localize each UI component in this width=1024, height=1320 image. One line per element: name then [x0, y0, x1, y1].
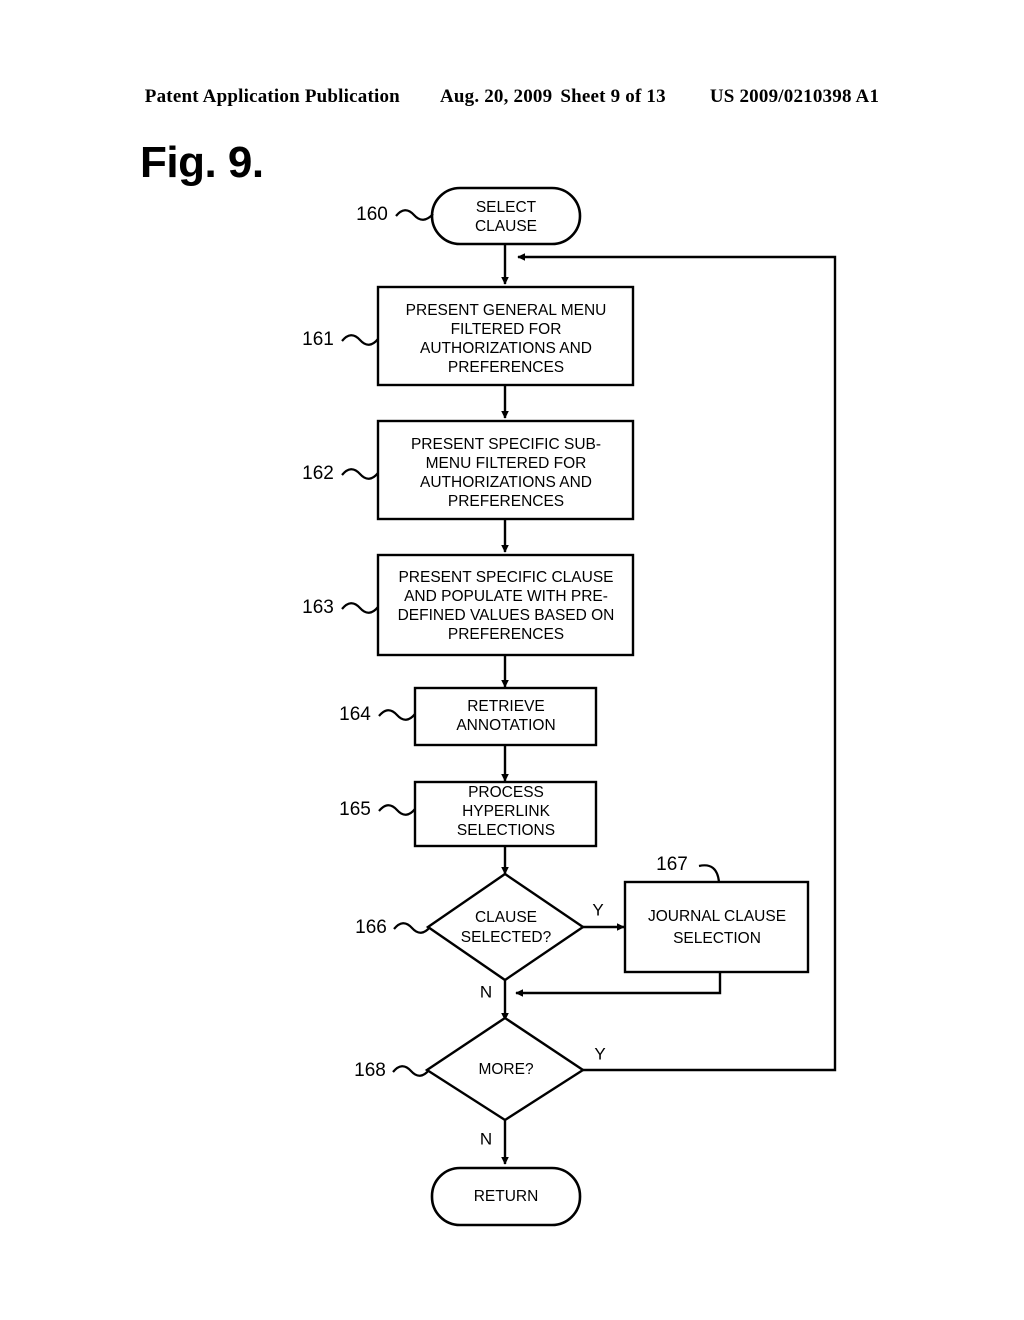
ref-number-166: 166 — [355, 917, 387, 938]
leader-164 — [378, 709, 416, 721]
node-166-line-0: CLAUSE — [475, 909, 537, 926]
flowchart-diagram: SELECT CLAUSE 160 PRESENT GENERAL MENU F… — [302, 186, 837, 1227]
node-168-line-0: MORE? — [478, 1061, 534, 1078]
connector-167-back-to-no-path — [515, 972, 722, 997]
node-160-line-1: CLAUSE — [475, 218, 537, 235]
node-161-line-2: AUTHORIZATIONS AND — [420, 340, 592, 357]
node-161-line-0: PRESENT GENERAL MENU — [406, 302, 607, 319]
branch-label-166-yes: Y — [592, 900, 603, 919]
node-162-line-3: PREFERENCES — [448, 493, 564, 510]
ref-number-163: 163 — [302, 597, 334, 618]
leader-168 — [392, 1065, 430, 1077]
node-163-line-3: PREFERENCES — [448, 626, 564, 643]
node-163-line-0: PRESENT SPECIFIC CLAUSE — [398, 569, 613, 586]
leader-167 — [698, 864, 721, 883]
node-167-line-0: JOURNAL CLAUSE — [648, 908, 786, 925]
ref-number-162: 162 — [302, 463, 334, 484]
ref-number-164: 164 — [339, 704, 371, 725]
node-160-line-0: SELECT — [476, 199, 537, 216]
node-161-line-1: FILTERED FOR — [451, 321, 562, 338]
node-162-line-0: PRESENT SPECIFIC SUB- — [411, 436, 601, 453]
branch-label-166-no: N — [480, 982, 492, 1001]
node-163-line-1: AND POPULATE WITH PRE- — [404, 588, 608, 605]
ref-number-161: 161 — [302, 329, 334, 350]
leader-161 — [341, 334, 379, 346]
node-162-line-2: AUTHORIZATIONS AND — [420, 474, 592, 491]
node-164-line-1: ANNOTATION — [456, 717, 555, 734]
leader-165 — [378, 804, 416, 816]
node-165-line-1: HYPERLINK — [462, 803, 551, 820]
node-163-line-2: DEFINED VALUES BASED ON — [398, 607, 615, 624]
node-166-clause-selected-decision — [425, 872, 586, 982]
branch-label-168-no: N — [480, 1129, 492, 1148]
branch-label-168-yes: Y — [594, 1044, 605, 1063]
leader-162 — [341, 468, 379, 480]
leader-163 — [341, 602, 379, 614]
node-164-line-0: RETRIEVE — [467, 698, 545, 715]
node-167-journal-clause-selection — [623, 880, 810, 974]
ref-number-160: 160 — [356, 204, 388, 225]
node-161-line-3: PREFERENCES — [448, 359, 564, 376]
node-return-label: RETURN — [474, 1188, 539, 1205]
node-165-line-2: SELECTIONS — [457, 822, 555, 839]
ref-number-168: 168 — [354, 1060, 386, 1081]
node-162-line-1: MENU FILTERED FOR — [426, 455, 587, 472]
leader-160 — [395, 209, 434, 221]
node-166-line-1: SELECTED? — [461, 929, 552, 946]
ref-number-165: 165 — [339, 799, 371, 820]
node-167-line-1: SELECTION — [673, 930, 761, 947]
leader-166 — [393, 922, 431, 934]
ref-number-167: 167 — [656, 854, 688, 875]
node-165-line-0: PROCESS — [468, 784, 544, 801]
